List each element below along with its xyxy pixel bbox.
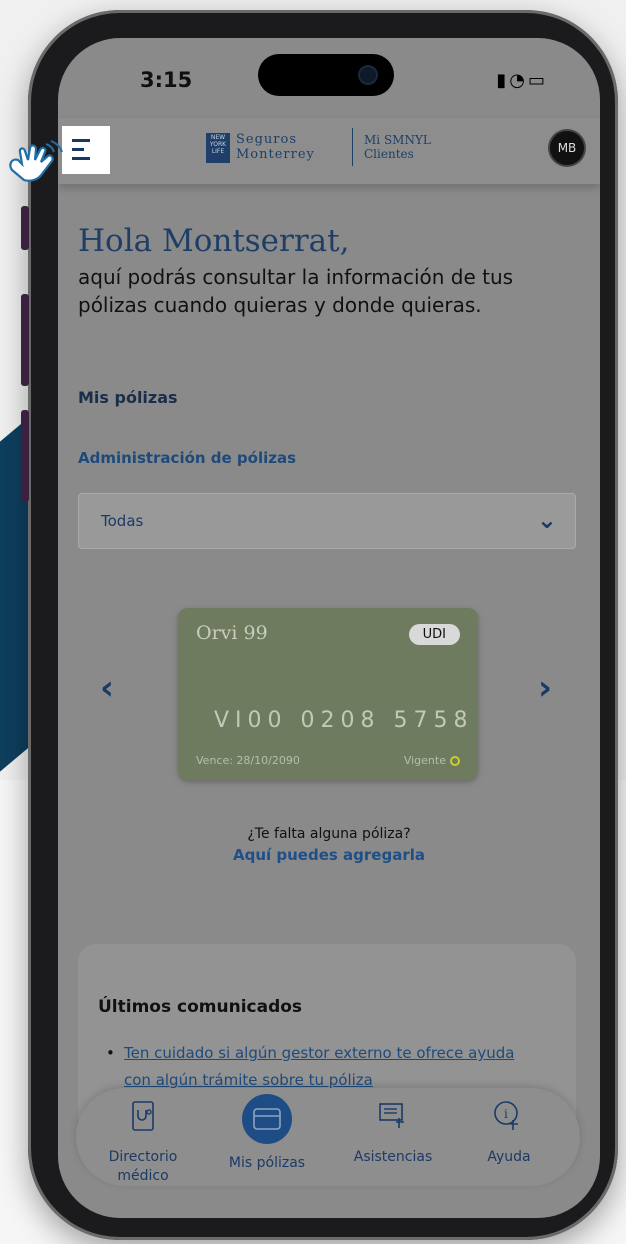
tab-label: Ayuda bbox=[487, 1149, 531, 1165]
section-title: Mis pólizas bbox=[78, 388, 178, 407]
help-icon: i bbox=[487, 1094, 531, 1138]
policy-name: Orvi 99 bbox=[196, 622, 268, 644]
policy-expiry: Vence: 28/10/2090 bbox=[196, 754, 300, 767]
battery-icon: ▭ bbox=[527, 70, 548, 91]
camera-icon bbox=[360, 67, 376, 83]
policy-card[interactable]: Orvi 99 UDI VI00 0208 5758 Vence: 28/10/… bbox=[178, 608, 478, 780]
missing-policy-question: ¿Te falta alguna póliza? bbox=[247, 826, 411, 842]
notice-link[interactable]: Ten cuidado si algún gestor externo te o… bbox=[124, 1040, 524, 1094]
menu-icon-line bbox=[72, 148, 84, 151]
status-dot-icon bbox=[450, 756, 460, 766]
tab-label: Mis pólizas bbox=[228, 1155, 306, 1171]
tab-directorio-medico[interactable]: Directorio médico bbox=[88, 1094, 198, 1186]
new-york-life-logo: NEW YORK LIFE bbox=[206, 133, 230, 163]
status-icons: ▮◔▭ bbox=[496, 70, 548, 91]
latest-notices-title: Últimos comunicados bbox=[98, 997, 303, 1017]
bullet-icon: • bbox=[106, 1044, 115, 1062]
brand-name: Seguros Monterrey bbox=[236, 132, 315, 162]
app-header: NEW YORK LIFE Seguros Monterrey Mi SMNYL C… bbox=[58, 118, 600, 184]
carousel-next-button[interactable]: › bbox=[538, 668, 552, 708]
tab-label: Directorio médico bbox=[108, 1149, 178, 1184]
greeting-body: aquí podrás consultar la información de … bbox=[78, 265, 514, 317]
tab-mis-polizas[interactable]: Mis pólizas bbox=[212, 1094, 322, 1173]
policy-admin-label: Administración de pólizas bbox=[78, 449, 297, 467]
logo-divider bbox=[352, 128, 353, 166]
tab-asistencias[interactable]: Asistencias bbox=[338, 1094, 448, 1167]
status-bar: 3:15 ▮◔▭ bbox=[58, 38, 600, 118]
wifi-icon: ◔ bbox=[509, 70, 528, 91]
portal-name-line-1: Mi SMNYL bbox=[364, 133, 431, 147]
bottom-tab-bar: Directorio médico Mis pólizas Asistencia… bbox=[76, 1088, 580, 1186]
policy-filter-select[interactable]: Todas ⌄ bbox=[78, 493, 576, 549]
phone-volume-down-button bbox=[21, 410, 29, 502]
policy-status-label: Vigente bbox=[403, 754, 446, 767]
carousel-prev-button[interactable]: ‹ bbox=[100, 668, 114, 708]
signal-icon: ▮ bbox=[496, 70, 510, 91]
svg-text:i: i bbox=[504, 1107, 508, 1121]
tab-ayuda[interactable]: i Ayuda bbox=[454, 1094, 564, 1167]
greeting: Hola Montserrat, aquí podrás consultar l… bbox=[78, 223, 548, 319]
phone-volume-up-button bbox=[21, 294, 29, 386]
tab-label: Asistencias bbox=[353, 1149, 433, 1165]
hamburger-menu-button[interactable] bbox=[62, 126, 110, 174]
menu-icon-line bbox=[72, 139, 90, 142]
dynamic-island bbox=[258, 54, 394, 96]
portal-name: Mi SMNYL Clientes bbox=[364, 133, 431, 161]
phone-side-button bbox=[21, 206, 29, 250]
app-screen: 3:15 ▮◔▭ NEW YORK LIFE Seguros Monterrey M… bbox=[58, 38, 600, 1218]
portal-name-line-2: Clientes bbox=[364, 147, 414, 161]
currency-badge: UDI bbox=[408, 624, 460, 645]
chevron-down-icon: ⌄ bbox=[536, 506, 557, 534]
policy-filter-value: Todas bbox=[101, 512, 144, 530]
tap-hand-icon bbox=[9, 140, 63, 182]
policy-number: VI00 0208 5758 bbox=[214, 708, 474, 733]
brand-name-line-1: Seguros bbox=[236, 132, 298, 147]
greeting-title: Hola Montserrat, bbox=[78, 223, 350, 259]
menu-icon-line bbox=[72, 157, 90, 160]
status-time: 3:15 bbox=[140, 68, 193, 92]
assistance-icon bbox=[371, 1094, 415, 1138]
policy-card-icon bbox=[242, 1094, 292, 1144]
user-avatar[interactable]: MB bbox=[550, 131, 584, 165]
policy-status: Vigente bbox=[404, 754, 460, 767]
add-policy-link[interactable]: Aquí puedes agregarla bbox=[58, 846, 600, 864]
medical-directory-icon bbox=[121, 1094, 165, 1138]
brand-name-line-2: Monterrey bbox=[236, 147, 315, 162]
